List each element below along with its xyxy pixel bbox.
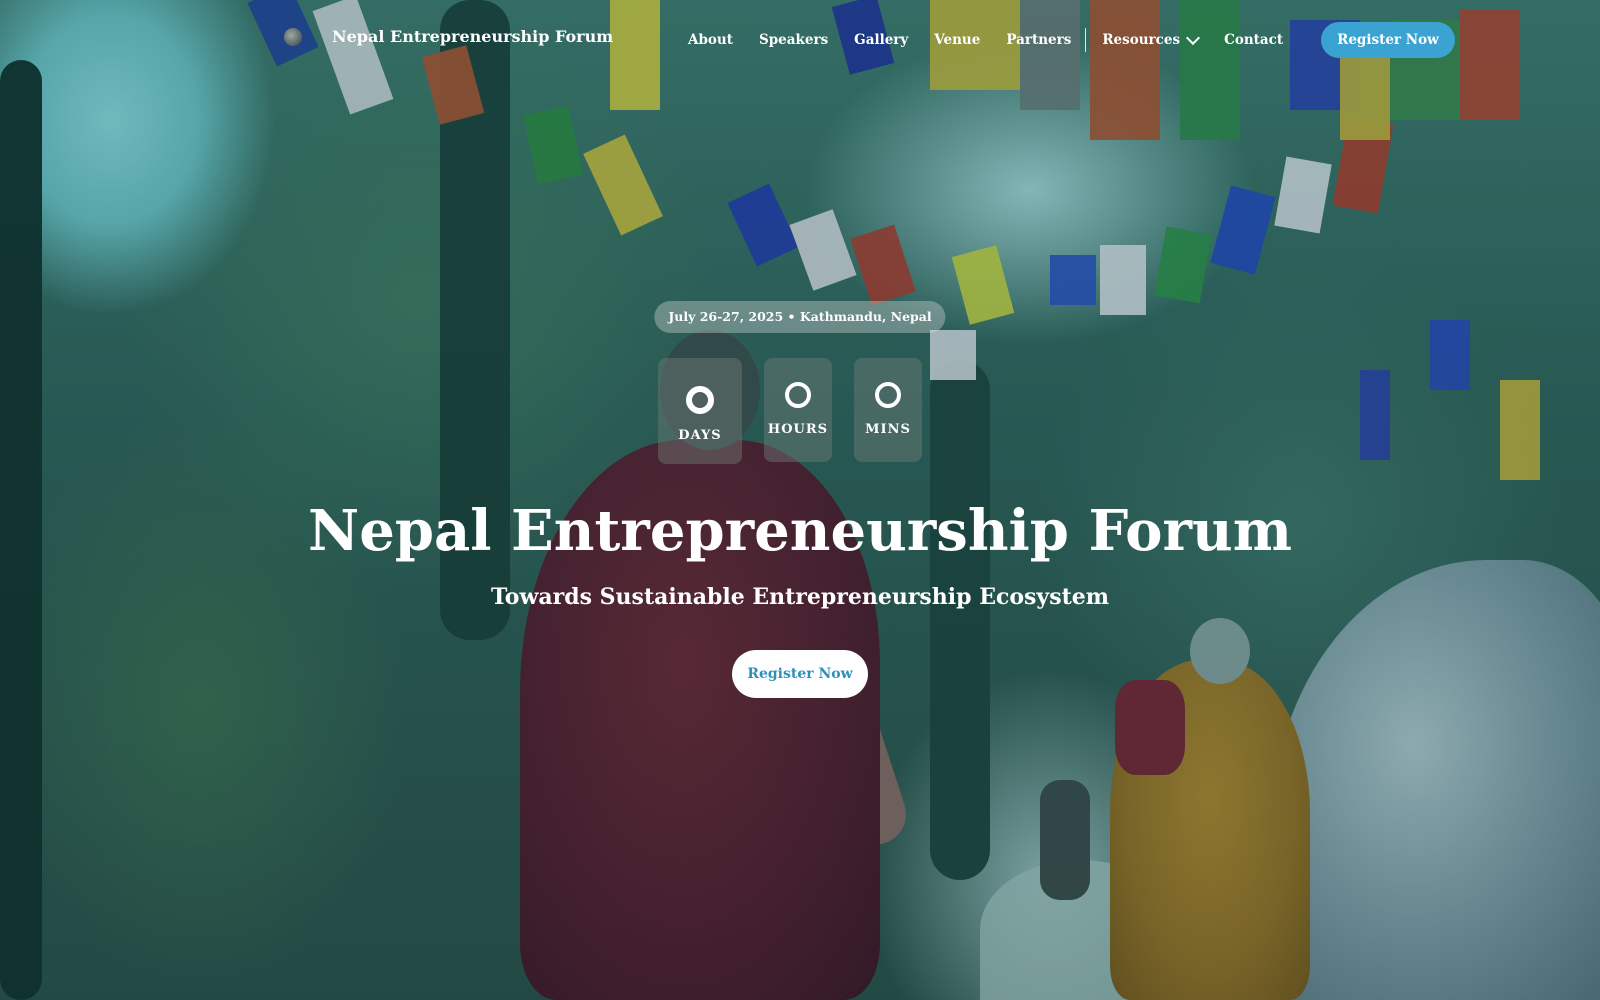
countdown-timer: 0 DAYS 0 HOURS 0 MINS (658, 358, 922, 464)
countdown-days-label: DAYS (678, 428, 722, 443)
countdown-hours-label: HOURS (767, 422, 829, 437)
event-date-badge: July 26-27, 2025 • Kathmandu, Nepal (654, 301, 946, 333)
nav-venue[interactable]: Venue (934, 22, 980, 58)
hero-subtitle: Towards Sustainable Entrepreneurship Eco… (490, 584, 1110, 610)
main-nav: About Speakers Gallery Venue Partners Re… (688, 22, 1455, 58)
site-header: Nepal Entrepreneurship Forum About Speak… (0, 0, 1600, 80)
logo-icon (284, 27, 302, 46)
countdown-mins: 0 MINS (854, 358, 922, 462)
hero-section: Nepal Entrepreneurship Forum About Speak… (0, 0, 1600, 1000)
countdown-mins-label: MINS (865, 422, 911, 437)
brand[interactable]: Nepal Entrepreneurship Forum (284, 27, 613, 46)
nav-contact[interactable]: Contact (1224, 22, 1283, 58)
nav-resources[interactable]: Resources (1102, 22, 1180, 58)
nav-about[interactable]: About (688, 22, 733, 58)
nav-divider (1085, 28, 1087, 52)
countdown-days: 0 DAYS (658, 358, 742, 464)
brand-name[interactable]: Nepal Entrepreneurship Forum (332, 27, 613, 46)
countdown-hours: 0 HOURS (764, 358, 832, 462)
hero-title: Nepal Entrepreneurship Forum (308, 498, 1292, 564)
chevron-down-icon[interactable] (1186, 30, 1201, 45)
countdown-hours-value: 0 (785, 382, 811, 408)
nav-partners[interactable]: Partners (1006, 22, 1071, 58)
nav-gallery[interactable]: Gallery (854, 22, 908, 58)
nav-register-button[interactable]: Register Now (1321, 22, 1455, 58)
countdown-mins-value: 0 (875, 382, 901, 408)
nav-speakers[interactable]: Speakers (759, 22, 828, 58)
countdown-days-value: 0 (686, 386, 714, 414)
hero-register-button[interactable]: Register Now (732, 650, 868, 698)
nav-resources-dropdown[interactable]: Resources (1102, 22, 1201, 58)
